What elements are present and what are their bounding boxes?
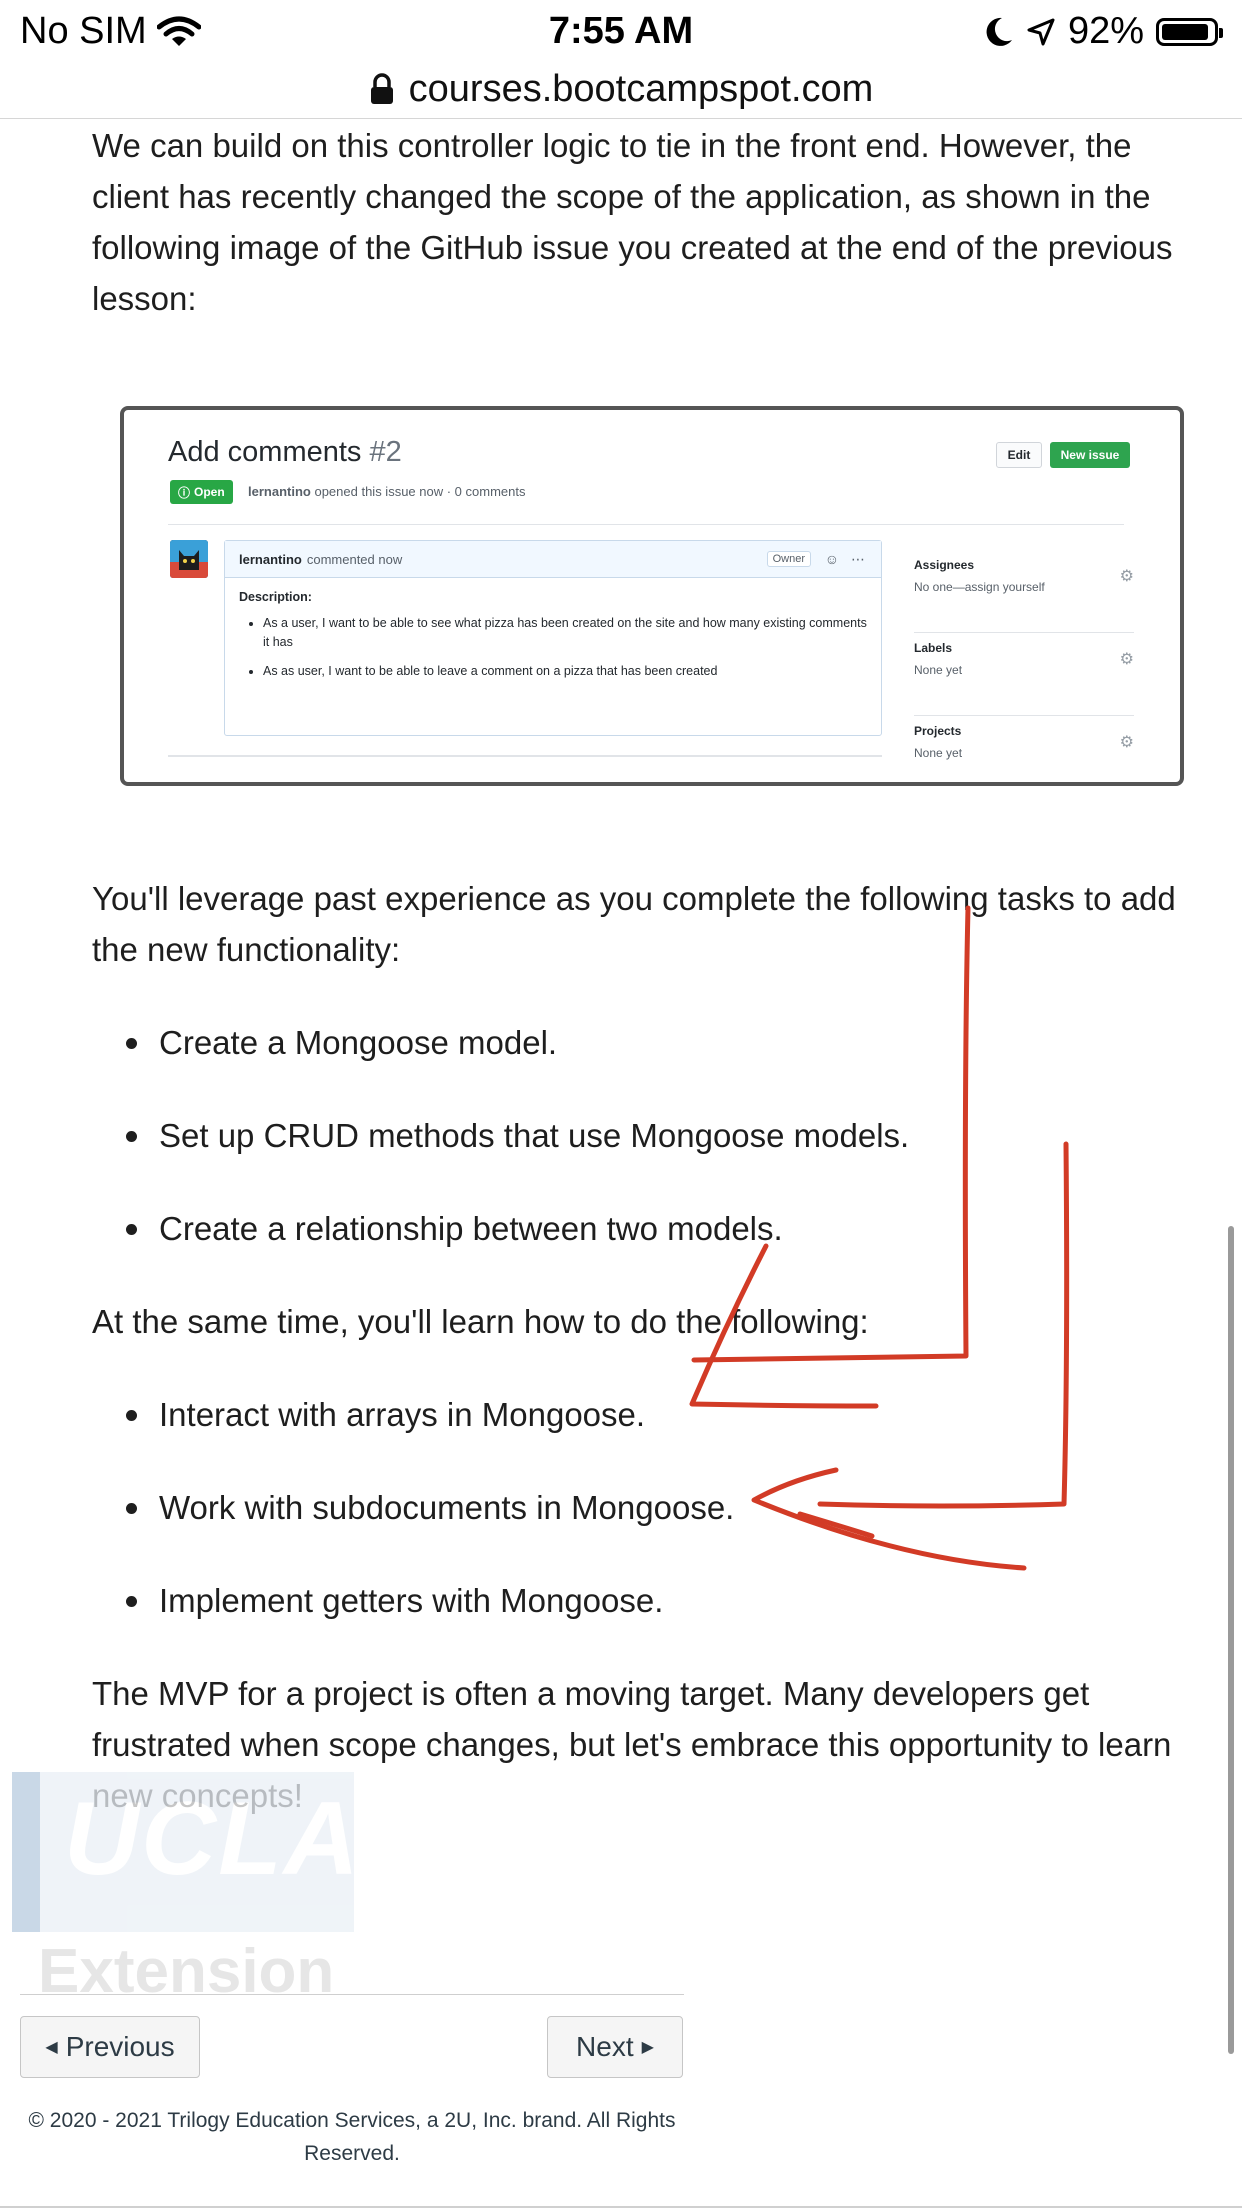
lock-icon (370, 73, 393, 104)
labels-value: None yet (914, 663, 963, 677)
emoji-reaction-icon: ☺ (824, 551, 839, 567)
watermark-ucla: UCLA (64, 1781, 361, 1897)
comment-header: lernantino commented now Owner ☺ ⋯ (225, 541, 881, 578)
assignees-label: Assignees (914, 558, 975, 572)
description-label: Description: (239, 590, 312, 604)
sidebar-labels: Labels None yet ⚙ (914, 641, 1134, 716)
tasks-list: Create a Mongoose model. Set up CRUD met… (92, 1017, 1212, 1254)
list-item: Set up CRUD methods that use Mongoose mo… (92, 1110, 1212, 1161)
next-button[interactable]: Next ▶ (547, 2016, 683, 2078)
previous-button[interactable]: ◀ Previous (20, 2016, 200, 2078)
status-right: 92% (984, 10, 1223, 53)
issue-edit-button: Edit (996, 442, 1042, 468)
moon-icon (986, 17, 1012, 46)
comment-author: lernantino (239, 551, 302, 567)
gear-icon: ⚙ (1119, 734, 1134, 751)
learn-intro: At the same time, you'll learn how to do… (92, 1303, 869, 1340)
next-label: Next (576, 2031, 634, 2062)
avatar (170, 540, 208, 578)
timeline-divider (168, 755, 882, 757)
watermark-extension: Extension (38, 1937, 335, 2006)
comment-bullet: As as user, I want to be able to leave a… (263, 662, 867, 681)
comment-body: Description: As a user, I want to be abl… (225, 578, 881, 703)
nav-divider (20, 1994, 684, 1995)
list-item: Work with subdocuments in Mongoose. (92, 1482, 1212, 1533)
issue-title-text: Add comments (168, 436, 362, 468)
url-text: courses.bootcampspot.com (408, 67, 874, 110)
issue-comment: lernantino commented now Owner ☺ ⋯ Descr… (224, 540, 882, 736)
tasks-intro: You'll leverage past experience as you c… (92, 880, 1176, 968)
avatar-cat-icon (170, 540, 208, 578)
copyright-footer: © 2020 - 2021 Trilogy Education Services… (28, 2109, 676, 2165)
page-scrollbar[interactable] (1228, 1226, 1234, 2054)
status-bar: No SIM 7:55 AM 92% (0, 0, 1242, 64)
assignees-value: No one—assign yourself (914, 580, 1045, 594)
battery-percent: 92% (1067, 10, 1144, 52)
previous-label: Previous (65, 2031, 175, 2062)
caret-right-icon: ▶ (641, 2039, 654, 2056)
list-item: Create a relationship between two models… (92, 1203, 1212, 1254)
list-item: Interact with arrays in Mongoose. (92, 1389, 1212, 1440)
battery-fill (1162, 23, 1208, 40)
more-options-icon: ⋯ (851, 550, 865, 567)
list-item: Implement getters with Mongoose. (92, 1575, 1212, 1626)
issue-author: lernantino (248, 484, 311, 499)
info-circle-icon: ⓘ (178, 485, 191, 500)
url-bar[interactable]: courses.bootcampspot.com (0, 60, 1242, 119)
watermark-bar (12, 1772, 40, 1932)
issue-sidebar: Assignees No one—assign yourself ⚙ Label… (914, 550, 1134, 782)
projects-value: None yet (914, 746, 963, 760)
sidebar-projects: Projects None yet ⚙ (914, 724, 1134, 782)
comment-bullet: As a user, I want to be able to see what… (263, 614, 867, 652)
open-status-label: Open (194, 485, 225, 499)
issue-meta-text: opened this issue now · 0 comments (314, 484, 526, 499)
issue-meta: lernantino opened this issue now · 0 com… (248, 484, 525, 499)
owner-badge: Owner (766, 551, 811, 567)
github-issue-image: Add comments #2 Edit New issue ⓘ Open le… (120, 406, 1184, 786)
comment-bullets: As a user, I want to be able to see what… (239, 614, 867, 681)
sidebar-assignees: Assignees No one—assign yourself ⚙ (914, 558, 1134, 633)
lesson-content: We can build on this controller logic to… (92, 120, 1212, 324)
ucla-logo-watermark: UCLA (12, 1772, 359, 1932)
projects-label: Projects (914, 724, 962, 738)
gear-icon: ⚙ (1119, 568, 1134, 585)
issue-divider (168, 524, 1124, 525)
comment-time: commented now (306, 551, 403, 567)
battery-icon (1156, 17, 1223, 46)
location-arrow-icon (1027, 18, 1055, 45)
issue-number: #2 (369, 436, 402, 468)
tasks-section: You'll leverage past experience as you c… (92, 873, 1212, 1821)
gear-icon: ⚙ (1119, 651, 1134, 668)
labels-label: Labels (914, 641, 953, 655)
caret-left-icon: ◀ (45, 2039, 58, 2056)
open-status-badge: ⓘ Open (170, 480, 233, 504)
learn-list: Interact with arrays in Mongoose. Work w… (92, 1389, 1212, 1626)
intro-paragraph: We can build on this controller logic to… (92, 127, 1173, 317)
new-issue-button: New issue (1050, 442, 1130, 468)
issue-title: Add comments #2 (168, 436, 402, 469)
list-item: Create a Mongoose model. (92, 1017, 1212, 1068)
